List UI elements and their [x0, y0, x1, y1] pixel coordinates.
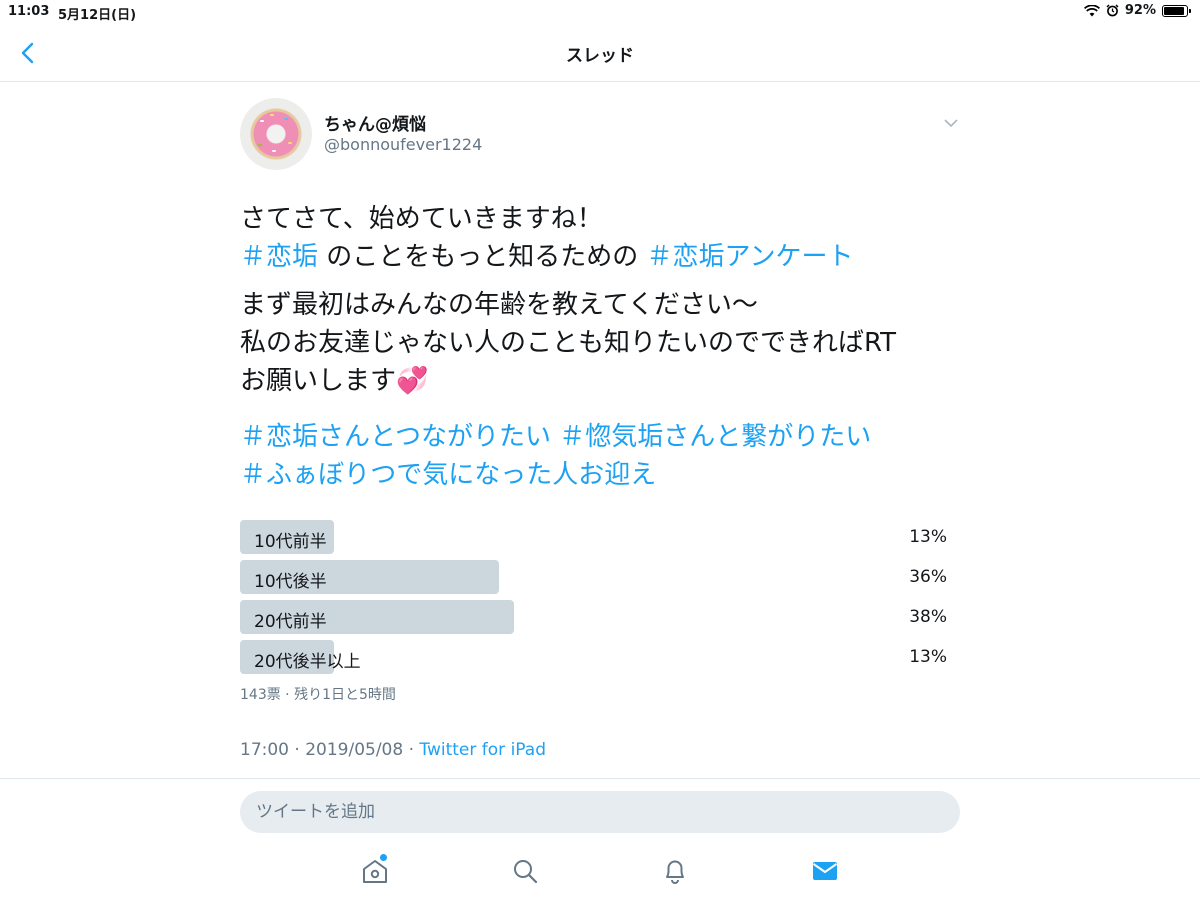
poll: 10代前半 13% 10代後半 36% 20代前半 38% 20代後半以上 13% [240, 520, 947, 680]
home-icon [363, 860, 387, 883]
avatar[interactable] [240, 98, 312, 170]
tweet-line: 私のお友達じゃない人のことも知りたいのでできればRT [240, 328, 897, 358]
source-link[interactable]: Twitter for iPad [419, 740, 546, 760]
tweet-line: ＃ふぁぼりつで気になった人お迎え [240, 456, 960, 494]
poll-option-percent: 36% [909, 567, 947, 587]
hashtag-link[interactable]: ＃恋垢アンケート [647, 242, 854, 272]
poll-meta: 143票 · 残り1日と5時間 [240, 687, 396, 703]
tweet-line: まず最初はみんなの年齢を教えてください〜 [240, 290, 758, 320]
timestamp-text: 17:00 · 2019/05/08 · [240, 740, 420, 760]
page-title: スレッド [566, 46, 634, 66]
poll-option-label: 10代前半 [254, 532, 327, 552]
poll-option-label: 10代後半 [254, 572, 327, 592]
tab-bar [0, 850, 1200, 894]
poll-option: 10代前半 13% [240, 520, 947, 554]
status-time: 11:03 [8, 4, 50, 19]
poll-option-percent: 13% [909, 647, 947, 667]
poll-option: 20代前半 38% [240, 600, 947, 634]
divider [0, 778, 1200, 779]
poll-option: 20代後半以上 13% [240, 640, 947, 674]
tweet-text-fragment: お願いします [240, 366, 397, 396]
wifi-icon [1083, 4, 1100, 16]
reply-input[interactable]: ツイートを追加 [240, 791, 960, 833]
nav-bar: スレッド [0, 24, 1200, 82]
tweet-line: さてさて、始めていきますね！ [240, 204, 603, 234]
tab-notifications[interactable] [660, 856, 690, 886]
tab-home[interactable] [360, 854, 390, 886]
hashtag-link[interactable]: ＃恋垢さんとつながりたい [240, 422, 551, 452]
tab-messages[interactable] [810, 856, 840, 886]
hashtag-link[interactable]: ＃惚気垢さんと繋がりたい [559, 422, 871, 452]
status-date: 5月12日(日) [58, 8, 137, 23]
user-handle[interactable]: @bonnoufever1224 [324, 135, 482, 154]
search-icon [514, 860, 538, 884]
poll-option-label: 20代前半 [254, 612, 327, 632]
tweet-line: お願いします💞 [240, 362, 960, 400]
heart-emoji: 💞 [396, 366, 429, 396]
bell-icon [666, 860, 684, 884]
status-right: 92% [1083, 3, 1191, 18]
hashtag-link[interactable]: ＃恋垢 [240, 242, 318, 272]
poll-option-label: 20代後半以上 [254, 652, 361, 672]
tweet-timestamp: 17:00 · 2019/05/08 · Twitter for iPad [240, 740, 546, 760]
tweet-text-intro: さてさて、始めていきますね！ ＃恋垢 のことをもっと知るための ＃恋垢アンケート [240, 200, 960, 276]
poll-option-percent: 38% [909, 607, 947, 627]
reply-placeholder: ツイートを追加 [256, 802, 375, 822]
tweet-text-body: まず最初はみんなの年齢を教えてください〜 私のお友達じゃない人のことも知りたいの… [240, 286, 960, 400]
battery-icon [1162, 4, 1191, 17]
tweet-text-fragment: のことをもっと知るための [318, 242, 647, 272]
poll-option: 10代後半 36% [240, 560, 947, 594]
battery-level [1164, 6, 1185, 15]
hashtag-link[interactable]: ＃ふぁぼりつで気になった人お迎え [240, 460, 656, 490]
user-display-name[interactable]: ちゃん@煩悩 [324, 110, 426, 135]
new-content-dot [380, 854, 387, 861]
poll-option-percent: 13% [909, 527, 947, 547]
tweet-hashtags: ＃恋垢さんとつながりたい ＃惚気垢さんと繋がりたい ＃ふぁぼりつで気になった人お… [240, 418, 960, 494]
alarm-icon [1106, 4, 1119, 17]
chevron-down-icon[interactable] [942, 116, 960, 130]
battery-percent: 92% [1124, 3, 1156, 18]
status-bar: 11:03 5月12日(日) 92% [0, 0, 1200, 24]
tweet-line-hashtags: ＃恋垢 のことをもっと知るための ＃恋垢アンケート [240, 238, 960, 276]
tweet-line: ＃恋垢さんとつながりたい ＃惚気垢さんと繋がりたい [240, 418, 960, 456]
tab-search[interactable] [510, 856, 540, 886]
envelope-icon [812, 862, 838, 880]
